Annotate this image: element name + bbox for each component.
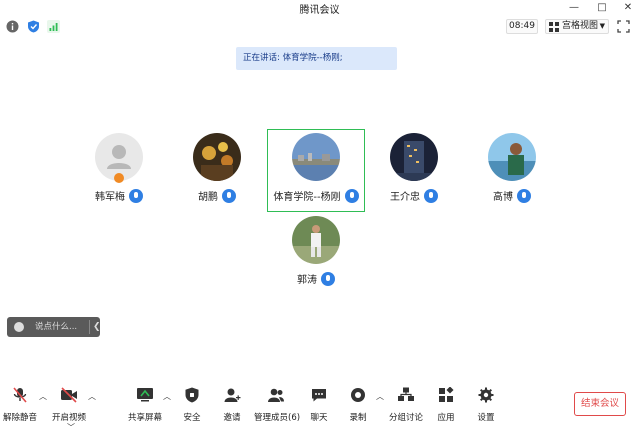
host-icon [114, 173, 124, 183]
add-user-icon [224, 388, 241, 402]
emoji-icon[interactable] [14, 322, 24, 332]
participant-name: 郭涛 [266, 271, 366, 286]
chevron-up-icon[interactable]: ︿ [88, 391, 96, 402]
mic-muted-icon [13, 387, 27, 403]
participant-name: 胡鹏 [167, 188, 267, 203]
fullscreen-icon[interactable] [617, 20, 630, 33]
share-screen-button[interactable]: 共享屏幕 [128, 387, 162, 423]
close-button[interactable]: ✕ [619, 0, 637, 16]
divider [89, 320, 90, 334]
photo-avatar [292, 216, 340, 264]
mic-icon [517, 188, 531, 203]
start-video-button[interactable]: 开启视频 [52, 387, 86, 423]
photo-avatar [193, 133, 241, 181]
window-title: 腾讯会议 [299, 5, 340, 16]
mic-icon [424, 188, 438, 203]
grid-view-dropdown[interactable]: 宫格视图 ▼ [545, 19, 609, 34]
participant-tile[interactable]: 王介忠 [364, 133, 464, 203]
participant-name: 体育学院--杨刚 [266, 188, 366, 203]
photo-avatar [292, 133, 340, 181]
chevron-left-icon[interactable]: ❮ [93, 317, 101, 337]
mic-icon [129, 188, 143, 203]
title-bar: 腾讯会议 — □ ✕ [0, 0, 639, 16]
mic-icon [321, 271, 335, 286]
signal-icon[interactable] [47, 20, 60, 33]
settings-button[interactable]: 设置 [472, 387, 500, 423]
end-meeting-button[interactable]: 结束会议 [574, 392, 626, 416]
chat-input[interactable]: 说点什么... ❮ [7, 317, 101, 337]
grid-icon [549, 22, 559, 32]
info-icon[interactable] [6, 20, 19, 33]
maximize-button[interactable]: □ [593, 0, 611, 16]
chat-icon [312, 389, 326, 402]
mic-icon [344, 188, 359, 203]
participant-name: 高博 [462, 188, 562, 203]
participant-tile-active[interactable]: 体育学院--杨刚 [266, 133, 366, 203]
chevron-down-icon[interactable]: ﹀ [67, 422, 75, 432]
meeting-toolbar: 解除静音 ︿ 开启视频 ︿ 共享屏幕 ︿ 安全 邀请 管理成员(6) 聊天 录制… [0, 380, 639, 432]
invite-button[interactable]: 邀请 [218, 387, 246, 423]
breakout-button[interactable]: 分组讨论 [388, 387, 424, 423]
mic-icon [222, 188, 236, 203]
photo-avatar [488, 133, 536, 181]
speaking-banner: 正在讲话: 体育学院--杨刚; [236, 47, 397, 70]
participant-name: 韩军梅 [69, 188, 169, 203]
record-button[interactable]: 录制 [344, 387, 372, 423]
share-screen-icon [137, 388, 153, 402]
video-off-icon [61, 387, 77, 403]
record-icon [351, 388, 365, 402]
manage-members-button[interactable]: 管理成员(6) [254, 387, 300, 423]
apps-button[interactable]: 应用 [432, 386, 460, 423]
chevron-up-icon[interactable]: ︿ [163, 391, 171, 402]
members-icon [268, 388, 284, 402]
participant-tile[interactable]: 郭涛 [266, 216, 366, 286]
grid-view-label: 宫格视图 [562, 21, 599, 31]
chevron-up-icon[interactable]: ︿ [39, 391, 47, 402]
meeting-timer: 08:49 [506, 19, 538, 34]
gear-icon [478, 387, 494, 403]
chat-placeholder: 说点什么... [35, 322, 78, 332]
chevron-up-icon[interactable]: ︿ [376, 391, 384, 402]
apps-icon [439, 386, 454, 402]
photo-avatar [390, 133, 438, 181]
participant-tile[interactable]: 胡鹏 [167, 133, 267, 203]
participant-tile[interactable]: 韩军梅 [69, 133, 169, 203]
chevron-down-icon: ▼ [599, 22, 605, 30]
shield-icon[interactable] [27, 20, 40, 33]
participant-name: 王介忠 [364, 188, 464, 203]
unmute-button[interactable]: 解除静音 [3, 387, 37, 423]
security-button[interactable]: 安全 [178, 387, 206, 423]
participant-tile[interactable]: 高博 [462, 133, 562, 203]
chat-button[interactable]: 聊天 [305, 387, 333, 423]
status-bar: 08:49 宫格视图 ▼ [0, 17, 639, 37]
shield-icon [185, 387, 199, 403]
breakout-icon [398, 387, 414, 401]
minimize-button[interactable]: — [565, 0, 583, 16]
